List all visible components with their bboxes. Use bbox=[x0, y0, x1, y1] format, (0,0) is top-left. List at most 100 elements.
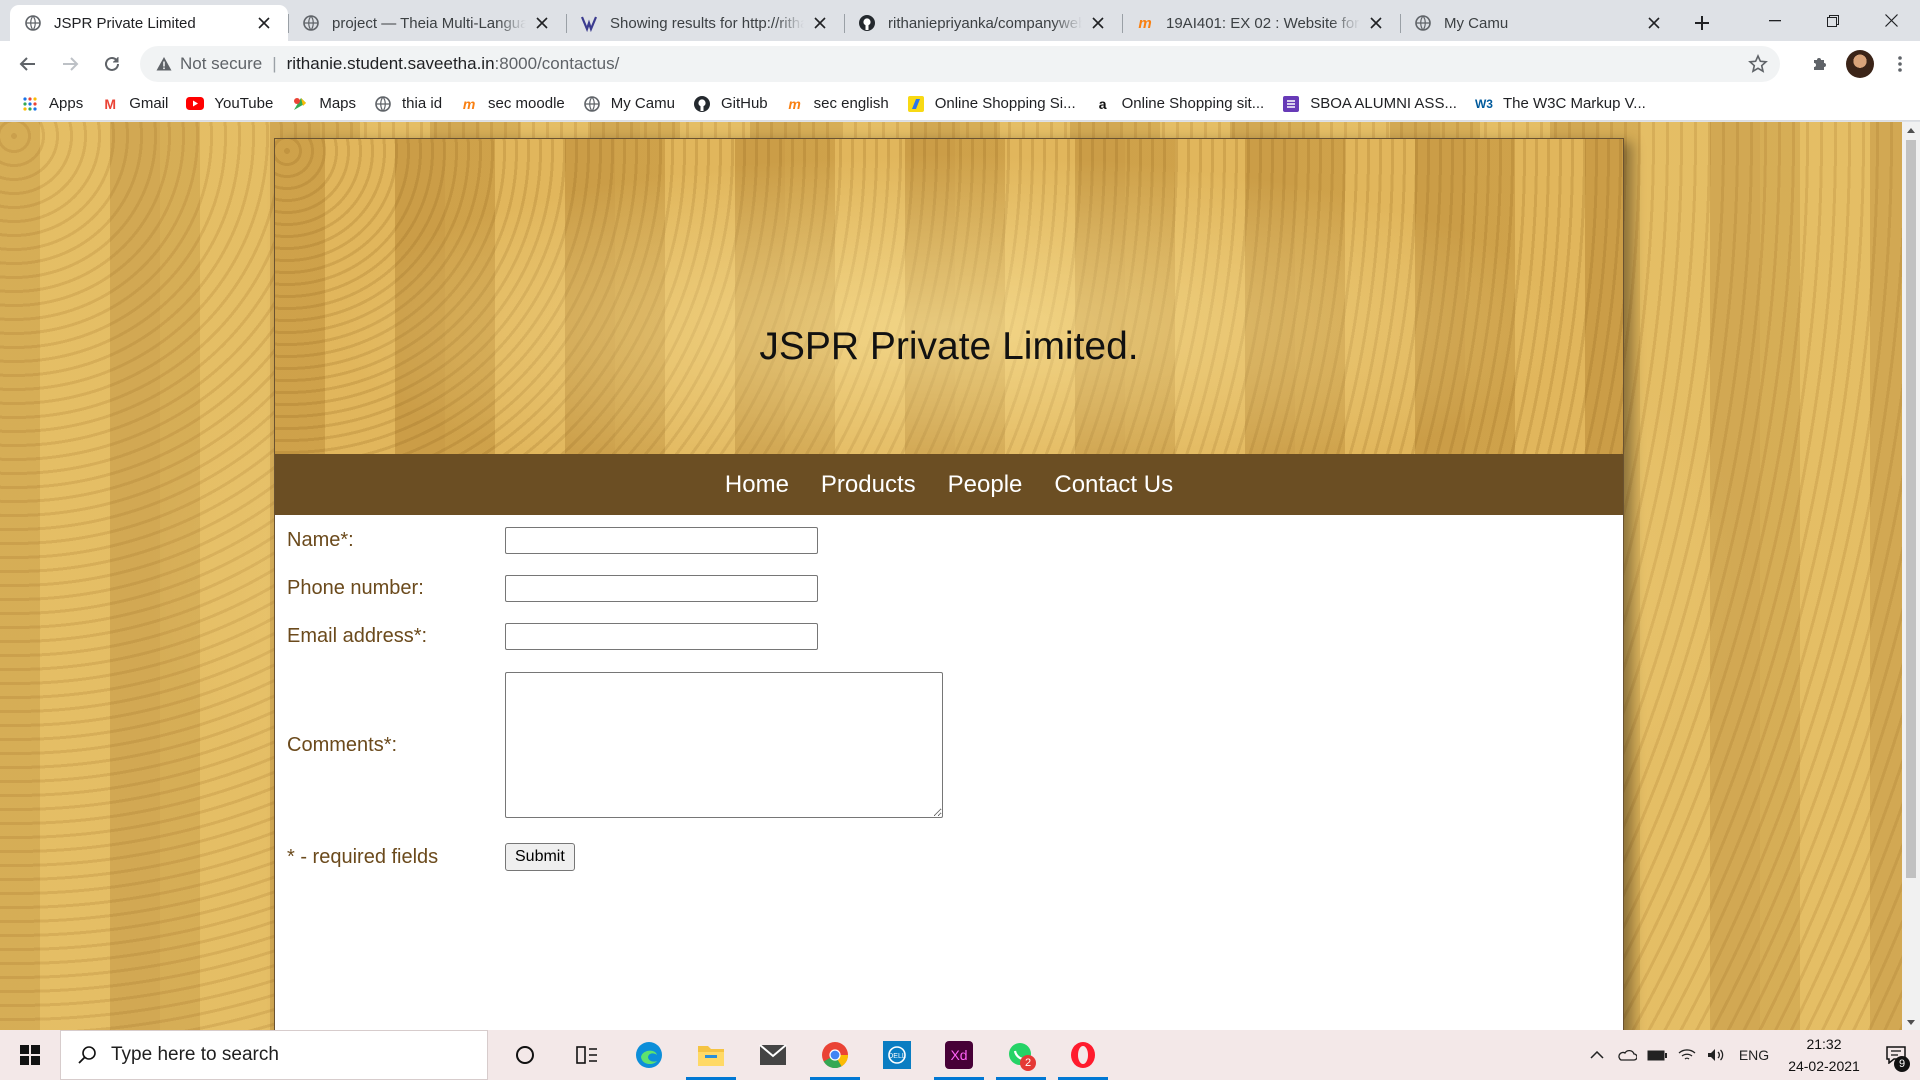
adobe-xd-icon[interactable]: Xd bbox=[928, 1030, 990, 1080]
file-explorer-icon[interactable] bbox=[680, 1030, 742, 1080]
close-icon[interactable] bbox=[532, 13, 552, 33]
address-bar[interactable]: Not secure | rithanie.student.saveetha.i… bbox=[140, 46, 1780, 82]
clock[interactable]: 21:32 24-02-2021 bbox=[1776, 1033, 1872, 1077]
scrollbar-thumb[interactable] bbox=[1906, 140, 1916, 878]
dell-icon[interactable]: DELL bbox=[866, 1030, 928, 1080]
comments-field[interactable] bbox=[505, 672, 943, 818]
tab-search-results[interactable]: Showing results for http://rithanie bbox=[566, 5, 844, 41]
contact-form: Name*: Phone number: Email address*: Com… bbox=[275, 515, 1623, 1030]
bookmark-amazon[interactable]: a Online Shopping sit... bbox=[1085, 90, 1274, 118]
tab-theia[interactable]: project — Theia Multi-Language bbox=[288, 5, 566, 41]
volume-icon[interactable] bbox=[1702, 1030, 1732, 1080]
back-button[interactable] bbox=[8, 44, 48, 84]
new-tab-button[interactable] bbox=[1684, 5, 1720, 41]
edge-icon[interactable] bbox=[618, 1030, 680, 1080]
forward-button[interactable] bbox=[50, 44, 90, 84]
bookmark-star-icon[interactable] bbox=[1748, 54, 1768, 79]
forms-icon bbox=[1282, 95, 1300, 113]
chevron-up-icon[interactable] bbox=[1582, 1030, 1612, 1080]
page-scrollbar[interactable] bbox=[1902, 122, 1920, 1030]
tab-list: JSPR Private Limited project — Theia Mul… bbox=[10, 5, 1720, 41]
bookmark-flipkart[interactable]: Online Shopping Si... bbox=[898, 90, 1085, 118]
nav-products[interactable]: Products bbox=[821, 471, 916, 499]
reload-button[interactable] bbox=[92, 44, 132, 84]
language-indicator[interactable]: ENG bbox=[1732, 1030, 1776, 1080]
bookmark-sec-english[interactable]: m sec english bbox=[777, 90, 898, 118]
mail-icon[interactable] bbox=[742, 1030, 804, 1080]
close-icon[interactable] bbox=[254, 13, 274, 33]
phone-field[interactable] bbox=[505, 575, 818, 602]
close-window-button[interactable] bbox=[1862, 0, 1920, 41]
globe-icon bbox=[374, 95, 392, 113]
tab-moodle[interactable]: m 19AI401: EX 02 : Website for bbox=[1122, 5, 1400, 41]
bookmark-label: GitHub bbox=[720, 95, 768, 112]
nav-home[interactable]: Home bbox=[725, 471, 789, 499]
bookmark-maps[interactable]: Maps bbox=[282, 90, 365, 118]
url-text[interactable]: rithanie.student.saveetha.in:8000/contac… bbox=[287, 54, 620, 74]
bookmark-sboa[interactable]: SBOA ALUMNI ASS... bbox=[1273, 90, 1466, 118]
taskbar-search[interactable]: Type here to search bbox=[60, 1030, 488, 1080]
globe-icon bbox=[302, 14, 320, 32]
close-icon[interactable] bbox=[1644, 13, 1664, 33]
flipkart-icon bbox=[907, 95, 925, 113]
tab-title: Showing results for http://rithanie bbox=[610, 14, 804, 32]
scroll-up-arrow-icon[interactable] bbox=[1902, 122, 1920, 138]
moodle-icon: m bbox=[788, 95, 801, 112]
profile-avatar[interactable] bbox=[1840, 44, 1880, 84]
security-label[interactable]: Not secure bbox=[180, 54, 262, 74]
nav-contact-us[interactable]: Contact Us bbox=[1054, 471, 1173, 499]
task-view-icon[interactable] bbox=[556, 1030, 618, 1080]
opera-icon[interactable] bbox=[1052, 1030, 1114, 1080]
search-placeholder: Type here to search bbox=[111, 1044, 279, 1065]
w3c-icon: W3 bbox=[1474, 96, 1493, 111]
start-button[interactable] bbox=[0, 1030, 60, 1080]
bookmark-label: The W3C Markup V... bbox=[1502, 95, 1646, 112]
bookmark-apps[interactable]: Apps bbox=[12, 90, 92, 118]
extensions-puzzle-icon[interactable] bbox=[1800, 44, 1840, 84]
github-icon bbox=[693, 95, 711, 113]
name-label: Name*: bbox=[287, 529, 354, 551]
tab-title: project — Theia Multi-Language bbox=[332, 14, 526, 32]
globe-icon bbox=[1414, 14, 1432, 32]
wifi-icon[interactable] bbox=[1672, 1030, 1702, 1080]
notification-center-button[interactable]: 9 bbox=[1872, 1030, 1920, 1080]
divider: | bbox=[272, 54, 277, 73]
bookmark-w3c[interactable]: W3 The W3C Markup V... bbox=[1466, 90, 1655, 118]
svg-text:DELL: DELL bbox=[888, 1053, 906, 1060]
scroll-down-arrow-icon[interactable] bbox=[1902, 1014, 1920, 1030]
restore-button[interactable] bbox=[1804, 0, 1862, 41]
site-banner: JSPR Private Limited. bbox=[275, 139, 1623, 454]
bookmark-github[interactable]: GitHub bbox=[684, 90, 777, 118]
tab-jspr[interactable]: JSPR Private Limited bbox=[10, 5, 288, 41]
bookmark-gmail[interactable]: M Gmail bbox=[92, 90, 177, 118]
required-note: * - required fields bbox=[287, 845, 439, 868]
bookmark-label: YouTube bbox=[214, 95, 274, 112]
bookmark-label: sec english bbox=[813, 95, 889, 112]
taskbar-apps: DELL Xd 2 bbox=[494, 1030, 1114, 1080]
close-icon[interactable] bbox=[810, 13, 830, 33]
submit-button[interactable]: Submit bbox=[505, 843, 575, 871]
close-icon[interactable] bbox=[1088, 13, 1108, 33]
name-field[interactable] bbox=[505, 527, 818, 554]
bookmark-sec-moodle[interactable]: m sec moodle bbox=[451, 90, 574, 118]
minimize-button[interactable] bbox=[1746, 0, 1804, 41]
bookmark-my-camu[interactable]: My Camu bbox=[574, 90, 684, 118]
tab-title: JSPR Private Limited bbox=[54, 14, 196, 32]
site-container: JSPR Private Limited. Home Products Peop… bbox=[274, 138, 1624, 1030]
bookmark-thia-id[interactable]: thia id bbox=[365, 90, 451, 118]
warning-icon[interactable] bbox=[156, 56, 172, 72]
bookmark-youtube[interactable]: YouTube bbox=[177, 90, 282, 118]
onedrive-icon[interactable] bbox=[1612, 1030, 1642, 1080]
chrome-icon[interactable] bbox=[804, 1030, 866, 1080]
menu-kebab-icon[interactable] bbox=[1880, 44, 1920, 84]
tab-mycamu[interactable]: My Camu bbox=[1400, 5, 1678, 41]
close-icon[interactable] bbox=[1366, 13, 1386, 33]
tab-title: 19AI401: EX 02 : Website for bbox=[1166, 14, 1360, 32]
email-field[interactable] bbox=[505, 623, 818, 650]
nav-people[interactable]: People bbox=[948, 471, 1023, 499]
whatsapp-icon[interactable]: 2 bbox=[990, 1030, 1052, 1080]
tab-title: My Camu bbox=[1444, 14, 1509, 32]
cortana-icon[interactable] bbox=[494, 1030, 556, 1080]
battery-icon[interactable] bbox=[1642, 1030, 1672, 1080]
tab-github[interactable]: rithaniepriyanka/companywebsite bbox=[844, 5, 1122, 41]
